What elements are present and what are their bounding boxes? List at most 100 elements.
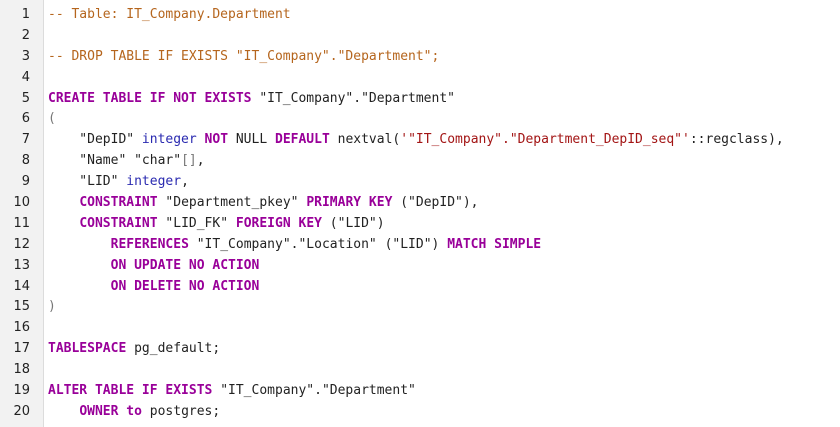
code-line[interactable]: 14 ON DELETE NO ACTION	[0, 277, 840, 298]
line-number: 2	[21, 27, 30, 43]
sql-code-editor[interactable]: 1 -- Table: IT_Company.Department 2 3 -- DRO…	[0, 0, 840, 427]
code-token: pg_default;	[126, 341, 221, 357]
code-text: "LID" integer,	[48, 172, 189, 193]
code-line[interactable]: 16	[0, 318, 840, 339]
line-number: 18	[13, 362, 30, 378]
line-number: 4	[21, 69, 30, 85]
code-token: -- Table: IT_Company.Department	[48, 7, 291, 22]
code-token: NULL	[228, 132, 275, 148]
code-text: ON UPDATE NO ACTION	[48, 256, 260, 277]
line-number: 20	[13, 403, 30, 419]
line-number: 16	[13, 320, 30, 336]
code-token: "Department_pkey"	[157, 195, 307, 211]
code-token: "DepID"	[48, 132, 142, 148]
code-token: ON DELETE NO ACTION	[110, 278, 260, 294]
code-text: ON DELETE NO ACTION	[48, 277, 260, 298]
code-token: integer	[126, 174, 182, 190]
code-line[interactable]: 1 -- Table: IT_Company.Department	[0, 5, 840, 26]
code-token: FOREIGN KEY	[235, 215, 322, 231]
line-number: 17	[13, 341, 30, 357]
code-token: ALTER TABLE IF EXISTS	[48, 383, 213, 399]
code-token: DEFAULT	[275, 132, 330, 148]
code-token: ::regclass),	[689, 132, 784, 148]
line-number: 13	[13, 257, 30, 273]
code-token: postgres;	[141, 403, 221, 419]
line-number: 11	[13, 215, 30, 231]
line-number: 1	[21, 7, 30, 22]
code-token: REFERENCES	[110, 236, 189, 252]
code-token: '"IT_Company"."Department_DepID_seq"'	[400, 132, 690, 148]
line-number: 6	[21, 111, 30, 127]
code-line[interactable]: 3 -- DROP TABLE IF EXISTS "IT_Company"."D…	[0, 47, 840, 68]
line-number: 19	[13, 383, 30, 399]
line-number: 5	[21, 90, 30, 106]
code-token: "IT_Company"."Location" ("LID")	[188, 236, 448, 252]
code-line[interactable]: 18	[0, 360, 840, 381]
code-token: CREATE TABLE IF NOT EXISTS	[48, 90, 252, 106]
code-line[interactable]: 9 "LID" integer,	[0, 172, 840, 193]
code-token: "LID"	[48, 174, 127, 190]
code-token: "IT_Company"."Department"	[251, 90, 455, 106]
code-line[interactable]: 5 CREATE TABLE IF NOT EXISTS "IT_Company"…	[0, 89, 840, 110]
code-text: CONSTRAINT "Department_pkey" PRIMARY KEY…	[48, 193, 479, 214]
code-text: "DepID" integer NOT NULL DEFAULT nextval…	[48, 130, 784, 151]
code-lines: 1 -- Table: IT_Company.Department 2 3 -- DRO…	[0, 5, 840, 423]
code-token: )	[48, 299, 56, 315]
code-line[interactable]: 10 CONSTRAINT "Department_pkey" PRIMARY …	[0, 193, 840, 214]
code-line[interactable]: 13 ON UPDATE NO ACTION	[0, 256, 840, 277]
code-text: -- DROP TABLE IF EXISTS "IT_Company"."De…	[48, 47, 439, 68]
code-text: OWNER to postgres;	[48, 402, 220, 423]
code-token: "Name" "char"	[48, 153, 182, 169]
code-text: )	[48, 297, 56, 318]
code-token: ON UPDATE NO ACTION	[110, 257, 260, 273]
code-token: MATCH SIMPLE	[447, 236, 542, 252]
code-token: "LID_FK"	[157, 215, 236, 231]
line-number: 3	[21, 48, 30, 64]
code-token: PRIMARY KEY	[306, 195, 393, 211]
code-line[interactable]: 4	[0, 68, 840, 89]
code-token: []	[181, 153, 197, 169]
code-text: ALTER TABLE IF EXISTS "IT_Company"."Depa…	[48, 381, 416, 402]
code-text: (	[48, 109, 56, 130]
code-token: ,	[181, 174, 189, 190]
code-line[interactable]: 7 "DepID" integer NOT NULL DEFAULT nextv…	[0, 130, 840, 151]
code-token: integer	[141, 132, 197, 148]
code-line[interactable]: 12 REFERENCES "IT_Company"."Location" ("…	[0, 235, 840, 256]
code-text: -- Table: IT_Company.Department	[48, 5, 291, 26]
code-token: -- DROP TABLE IF EXISTS "IT_Company"."De…	[48, 48, 440, 64]
code-text: TABLESPACE pg_default;	[48, 339, 220, 360]
line-number: 14	[13, 278, 30, 294]
code-token: "IT_Company"."Department"	[212, 383, 416, 399]
code-token: (	[48, 111, 56, 127]
line-number: 15	[13, 299, 30, 315]
line-number: 12	[13, 236, 30, 252]
code-text: REFERENCES "IT_Company"."Location" ("LID…	[48, 235, 541, 256]
code-line[interactable]: 20 OWNER to postgres;	[0, 402, 840, 423]
code-token: ("LID")	[321, 215, 385, 231]
code-token: TABLESPACE	[48, 341, 127, 357]
code-line[interactable]: 19 ALTER TABLE IF EXISTS "IT_Company"."De…	[0, 381, 840, 402]
code-line[interactable]: 2	[0, 26, 840, 47]
line-number: 10	[13, 195, 30, 211]
code-token: to	[126, 403, 142, 419]
line-number: 7	[21, 132, 30, 148]
code-text: CONSTRAINT "LID_FK" FOREIGN KEY ("LID")	[48, 214, 385, 235]
code-line[interactable]: 17 TABLESPACE pg_default;	[0, 339, 840, 360]
code-token: CONSTRAINT	[79, 215, 158, 231]
code-token: ,	[196, 153, 205, 169]
code-line[interactable]: 15)	[0, 297, 840, 318]
code-line[interactable]: 8 "Name" "char"[],	[0, 151, 840, 172]
code-line[interactable]: 6(	[0, 109, 840, 130]
code-token: NOT	[204, 132, 229, 148]
code-token: OWNER	[79, 403, 119, 419]
line-number: 9	[21, 174, 30, 190]
line-number: 8	[21, 153, 30, 169]
code-line[interactable]: 11 CONSTRAINT "LID_FK" FOREIGN KEY ("LID…	[0, 214, 840, 235]
code-token: ("DepID"),	[392, 195, 479, 211]
code-text: CREATE TABLE IF NOT EXISTS "IT_Company".…	[48, 89, 455, 110]
